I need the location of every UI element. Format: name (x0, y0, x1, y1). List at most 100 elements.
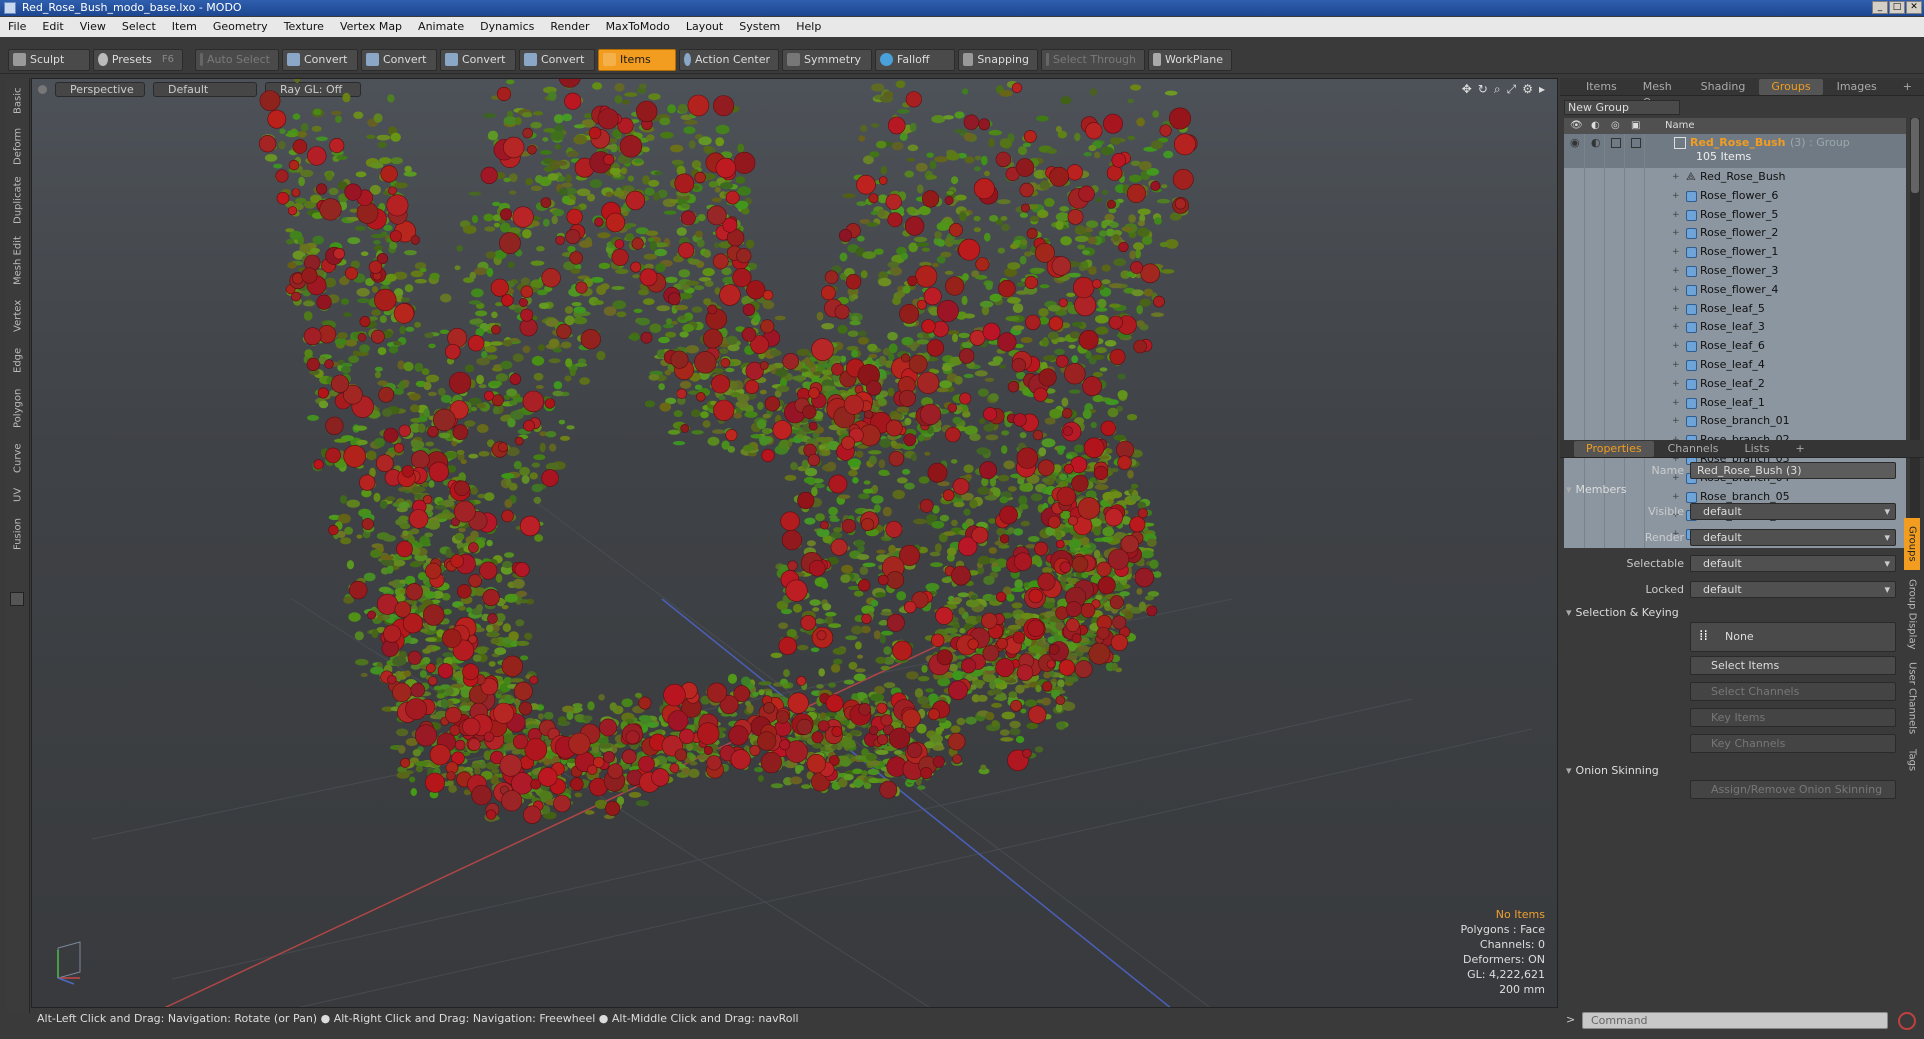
leaf (489, 341, 503, 346)
leaf (464, 364, 475, 373)
menu-layout[interactable]: Layout (678, 17, 731, 37)
presets-button[interactable]: Presets F6 (93, 48, 183, 71)
menu-view[interactable]: View (72, 17, 114, 37)
menu-item[interactable]: Item (164, 17, 205, 37)
leaf (871, 83, 885, 92)
leaf (609, 167, 621, 176)
leaf (916, 339, 930, 345)
tab-curve[interactable]: Curve (8, 438, 28, 478)
leaf (621, 698, 633, 708)
leaf (545, 318, 559, 327)
leaf (403, 670, 412, 677)
convert-button-1[interactable]: Convert (282, 48, 358, 71)
select-through-button[interactable]: Select Through (1041, 48, 1145, 71)
leaf (916, 723, 927, 734)
action-center-button[interactable]: Action Center (679, 48, 779, 71)
menu-geometry[interactable]: Geometry (205, 17, 276, 37)
leaf (535, 385, 544, 389)
menu-select[interactable]: Select (114, 17, 164, 37)
sculpt-button[interactable]: Sculpt (8, 48, 90, 71)
leaf (339, 495, 348, 504)
leaf (865, 222, 878, 227)
leaf (1153, 571, 1162, 578)
leaf (1010, 587, 1025, 592)
tab-mesh-edit[interactable]: Mesh Edit (8, 232, 28, 290)
convert-button-3[interactable]: Convert (440, 48, 516, 71)
leaf (1154, 217, 1162, 225)
leaf (1109, 303, 1121, 308)
menu-help[interactable]: Help (788, 17, 829, 37)
leaf (1074, 235, 1089, 243)
tab-basic[interactable]: Basic (8, 82, 28, 120)
leaf (1000, 737, 1014, 742)
tab-toggle-button[interactable] (10, 592, 24, 606)
leaf (975, 615, 983, 623)
leaf (311, 125, 322, 132)
tab-duplicate[interactable]: Duplicate (8, 172, 28, 228)
minimize-button[interactable]: _ (1872, 1, 1888, 14)
leaf (895, 80, 906, 89)
falloff-button[interactable]: Falloff (875, 48, 955, 71)
leaf (545, 462, 560, 471)
tab-polygon[interactable]: Polygon (8, 382, 28, 434)
leaf (862, 488, 874, 494)
auto-select-button[interactable]: Auto Select (195, 48, 279, 71)
leaf (359, 344, 370, 353)
menu-dynamics[interactable]: Dynamics (472, 17, 542, 37)
menu-texture[interactable]: Texture (276, 17, 332, 37)
leaf (801, 459, 809, 469)
menu-edit[interactable]: Edit (34, 17, 71, 37)
leaf (804, 517, 816, 525)
leaf (560, 341, 572, 349)
leaf (926, 174, 937, 180)
3d-viewport[interactable]: Perspective Default Ray GL: Off ✥ ↻ ⌕ ⤢ … (31, 78, 1558, 1008)
leaf (551, 215, 558, 225)
tab-uv[interactable]: UV (8, 482, 28, 508)
workplane-button[interactable]: WorkPlane (1148, 48, 1232, 71)
maximize-button[interactable]: □ (1889, 1, 1905, 14)
leaf (965, 716, 977, 725)
leaf (476, 403, 486, 409)
leaf (506, 79, 515, 85)
leaf (697, 214, 706, 222)
leaf (638, 83, 647, 89)
leaf (1086, 220, 1099, 228)
leaf (956, 717, 966, 726)
leaf (795, 766, 802, 774)
symmetry-button[interactable]: Symmetry (782, 48, 872, 71)
leaf (976, 447, 990, 455)
tab-fusion[interactable]: Fusion (8, 512, 28, 556)
menu-bar: File Edit View Select Item Geometry Text… (0, 17, 1924, 37)
leaf (1042, 477, 1050, 483)
convert-button-4[interactable]: Convert (519, 48, 595, 71)
leaf (985, 281, 993, 291)
leaf (427, 391, 437, 397)
menu-render[interactable]: Render (542, 17, 597, 37)
leaf (479, 646, 488, 654)
leaf (448, 784, 457, 793)
close-button[interactable]: ✕ (1906, 1, 1922, 14)
leaf (1032, 268, 1045, 273)
leaf (998, 474, 1010, 482)
tab-deform[interactable]: Deform (8, 124, 28, 168)
leaf (612, 162, 620, 169)
leaf (504, 499, 513, 508)
items-mode-button[interactable]: Items (598, 48, 676, 71)
menu-animate[interactable]: Animate (410, 17, 472, 37)
menu-vertex-map[interactable]: Vertex Map (332, 17, 410, 37)
leaf (531, 355, 545, 366)
leaf (573, 306, 586, 314)
snapping-button[interactable]: Snapping (958, 48, 1038, 71)
menu-file[interactable]: File (0, 17, 34, 37)
leaf (315, 136, 328, 142)
leaf (624, 92, 638, 97)
tab-vertex[interactable]: Vertex (8, 294, 28, 338)
menu-maxtomodo[interactable]: MaxToModo (598, 17, 678, 37)
menu-system[interactable]: System (731, 17, 788, 37)
convert-button-2[interactable]: Convert (361, 48, 437, 71)
leaf (632, 274, 641, 279)
leaf (708, 181, 719, 188)
leaf (783, 669, 790, 678)
tab-edge[interactable]: Edge (8, 342, 28, 378)
leaf (624, 224, 632, 230)
